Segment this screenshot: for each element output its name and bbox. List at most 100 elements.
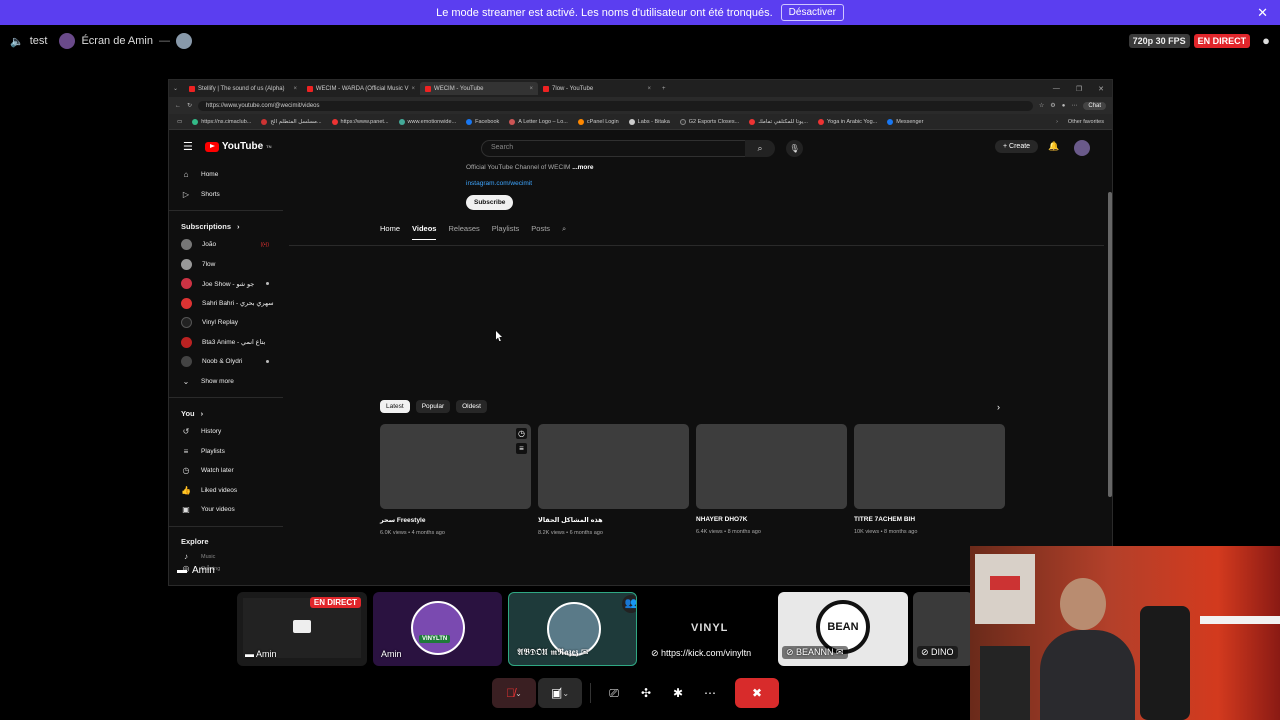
- copilot-chat-button[interactable]: Chat: [1083, 101, 1106, 110]
- bookmark[interactable]: G2 Esports Closes...: [679, 118, 739, 125]
- sidebar-item-home[interactable]: ⌂ Home: [169, 165, 283, 185]
- close-tab-icon[interactable]: ×: [648, 86, 652, 92]
- subscription-item[interactable]: Vinyl Replay: [169, 313, 283, 333]
- bookmark[interactable]: A Letter Logo – Lo...: [509, 118, 568, 125]
- video-title[interactable]: هذه المشاكل الحقالا: [538, 516, 689, 524]
- chip-latest[interactable]: Latest: [380, 400, 410, 413]
- sidebar-item-playlists[interactable]: ≡ Playlists: [169, 442, 283, 462]
- video-title[interactable]: TITRE 7ACHEM BIH: [854, 516, 1005, 523]
- browser-tab[interactable]: 7low - YouTube ×: [538, 82, 656, 95]
- show-more-button[interactable]: ⌄ Show more: [169, 372, 283, 392]
- tab-home[interactable]: Home: [380, 224, 400, 240]
- video-thumbnail[interactable]: [696, 424, 847, 509]
- bookmark[interactable]: https://www.panet...: [331, 118, 389, 125]
- participant-tile[interactable]: ⊘ DINO: [913, 592, 973, 666]
- video-card[interactable]: TITRE 7ACHEM BIH 10K views • 8 months ag…: [854, 424, 1005, 535]
- notifications-bell-icon[interactable]: 🔔: [1048, 141, 1059, 152]
- watch-later-icon[interactable]: ◷: [516, 428, 527, 439]
- participant-tile[interactable]: BEAN ⊘ BEANNN ✉: [778, 592, 908, 666]
- subscription-item[interactable]: Bta3 Anime - بتاع انمي: [169, 333, 283, 353]
- leave-call-button[interactable]: ✖: [735, 678, 779, 708]
- close-window-icon[interactable]: ✕: [1098, 85, 1104, 93]
- chevron-right-icon[interactable]: ›: [997, 402, 1000, 412]
- subscription-item[interactable]: João ((•)): [169, 235, 283, 255]
- bookmark[interactable]: مسلسل المتطلم الح...: [261, 118, 322, 125]
- soundboard-button[interactable]: ✱: [663, 678, 693, 708]
- bookmarks-folder-icon[interactable]: ▭: [177, 119, 182, 125]
- other-favorites[interactable]: Other favorites: [1068, 119, 1104, 125]
- browser-tab[interactable]: WECIM - WARDA (Official Music V ×: [302, 82, 420, 95]
- reload-icon[interactable]: ↻: [187, 102, 192, 109]
- bookmark[interactable]: www.emotionwide...: [398, 118, 456, 125]
- subscriptions-header[interactable]: Subscriptions ›: [169, 217, 283, 235]
- more-link[interactable]: ...more: [572, 164, 593, 171]
- subscription-item[interactable]: Joe Show - جو شو: [169, 274, 283, 294]
- bookmark[interactable]: Labs - Bitaka: [628, 118, 670, 125]
- add-friend-icon[interactable]: 👥: [622, 595, 636, 613]
- browser-tab[interactable]: Stellify | The sound of us (Alpha) ×: [184, 82, 302, 95]
- chat-bubble-icon[interactable]: ●: [1262, 33, 1270, 48]
- account-avatar[interactable]: [1074, 140, 1090, 156]
- disable-streamer-mode-button[interactable]: Désactiver: [780, 4, 844, 21]
- sidebar-item-history[interactable]: ↺ History: [169, 422, 283, 442]
- back-icon[interactable]: ←: [175, 103, 181, 109]
- url-field[interactable]: https://www.youtube.com/@wecimit/videos: [198, 100, 1033, 111]
- participant-tile[interactable]: VINYLTN Amin: [373, 592, 502, 666]
- sidebar-item-watch-later[interactable]: ◷ Watch later: [169, 461, 283, 481]
- restore-icon[interactable]: ❐: [1076, 85, 1082, 93]
- mute-microphone-button[interactable]: 🎙̸ ⌄: [492, 678, 536, 708]
- tab-videos[interactable]: Videos: [412, 224, 437, 240]
- subscription-item[interactable]: Sahri Bahri - سهري بحري: [169, 294, 283, 314]
- voice-channel[interactable]: 🔈 test: [10, 35, 47, 48]
- bookmark[interactable]: Facebook: [466, 118, 499, 125]
- chip-popular[interactable]: Popular: [415, 400, 451, 413]
- tab-list-chevron-icon[interactable]: ⌄: [173, 85, 178, 92]
- sidebar-item-music[interactable]: ♪ Music: [169, 551, 283, 563]
- close-tab-icon[interactable]: ×: [412, 86, 416, 92]
- screen-share-owner[interactable]: Écran de Amin —: [59, 33, 192, 49]
- video-title[interactable]: NHAYER DHO7K: [696, 516, 847, 523]
- chevron-right-icon[interactable]: ›: [1056, 119, 1058, 125]
- channel-search-icon[interactable]: ⌕: [562, 224, 566, 240]
- youtube-search-input[interactable]: Search: [481, 140, 757, 157]
- tab-playlists[interactable]: Playlists: [492, 224, 520, 240]
- video-title[interactable]: سحر Freestyle: [380, 516, 531, 524]
- bookmark[interactable]: Yoga in Arabic Yog...: [817, 118, 877, 125]
- video-thumbnail[interactable]: ◷ ≡: [380, 424, 531, 509]
- video-card[interactable]: هذه المشاكل الحقالا 8.2K views • 6 month…: [538, 424, 689, 536]
- video-card[interactable]: NHAYER DHO7K 6.4K views • 8 months ago: [696, 424, 847, 535]
- bookmark[interactable]: Messenger: [887, 118, 923, 125]
- menu-dots-icon[interactable]: ⋯: [1071, 102, 1077, 109]
- close-tab-icon[interactable]: ×: [294, 86, 298, 92]
- more-options-button[interactable]: ⋯: [695, 678, 725, 708]
- tab-releases[interactable]: Releases: [448, 224, 479, 240]
- bookmark[interactable]: cPanel Login: [577, 118, 619, 125]
- bookmark[interactable]: https://ns.cimaclub...: [192, 118, 251, 125]
- scrollbar[interactable]: [1108, 192, 1112, 497]
- video-card[interactable]: ◷ ≡ سحر Freestyle 6.0K views • 4 months …: [380, 424, 531, 536]
- sidebar-item-your-videos[interactable]: ▣ Your videos: [169, 500, 283, 520]
- minimize-icon[interactable]: —: [1053, 85, 1060, 93]
- subscription-item[interactable]: Noob & Olydri: [169, 352, 283, 372]
- subscription-item[interactable]: 7low: [169, 255, 283, 275]
- new-tab-icon[interactable]: +: [662, 86, 666, 92]
- close-banner-icon[interactable]: ✕: [1257, 5, 1268, 21]
- hamburger-menu-icon[interactable]: ☰: [183, 140, 193, 153]
- activities-button[interactable]: ✣: [631, 678, 661, 708]
- video-thumbnail[interactable]: [538, 424, 689, 509]
- close-tab-icon[interactable]: ×: [530, 86, 534, 92]
- sidebar-item-shorts[interactable]: ▷ Shorts: [169, 185, 283, 205]
- tab-posts[interactable]: Posts: [531, 224, 550, 240]
- bookmark[interactable]: يوتا للمكتلفي تمامك...: [749, 118, 808, 125]
- search-icon[interactable]: ⌕: [745, 140, 775, 157]
- profile-icon[interactable]: ●: [1062, 103, 1066, 109]
- toggle-camera-button[interactable]: ▣̸ ⌄: [538, 678, 582, 708]
- subscribe-button[interactable]: Subscribe: [466, 195, 514, 210]
- video-thumbnail[interactable]: [854, 424, 1005, 509]
- extensions-icon[interactable]: ⚙: [1050, 102, 1055, 109]
- favorites-star-icon[interactable]: ☆: [1039, 102, 1044, 109]
- channel-external-link[interactable]: instagram.com/wecimit: [466, 180, 594, 187]
- youtube-logo[interactable]: YouTube TN: [204, 141, 272, 152]
- add-to-queue-icon[interactable]: ≡: [516, 443, 527, 454]
- sidebar-item-liked-videos[interactable]: 👍 Liked videos: [169, 481, 283, 501]
